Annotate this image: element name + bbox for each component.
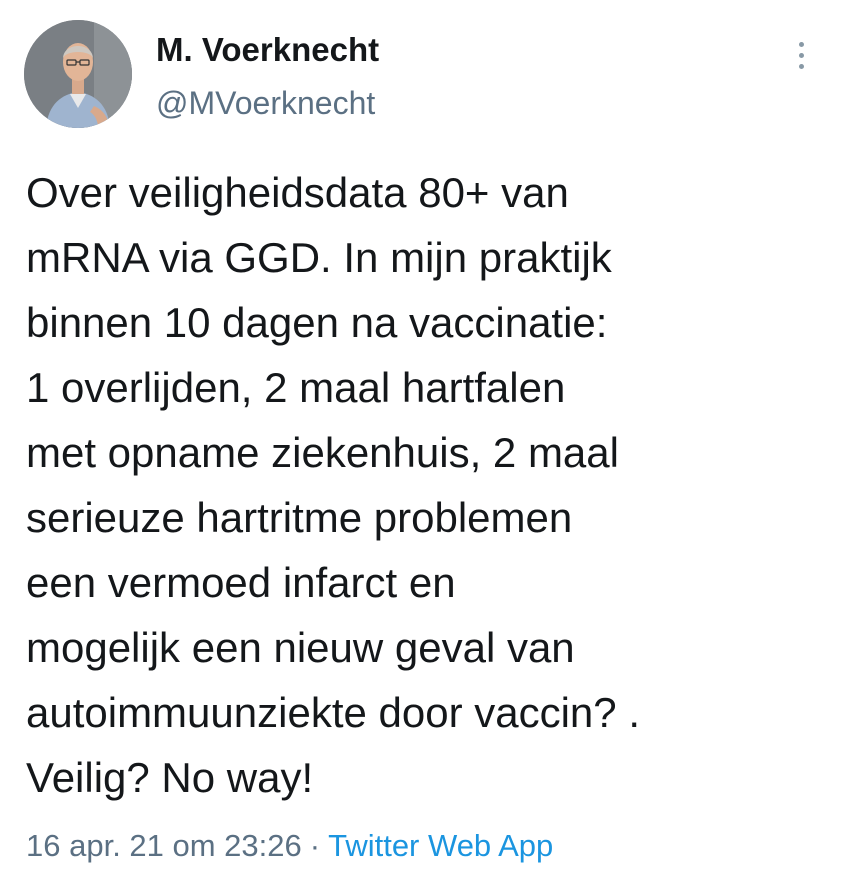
- display-name[interactable]: M. Voerknecht: [156, 30, 379, 70]
- tweet-line: 1 overlijden, 2 maal hartfalen: [26, 364, 566, 411]
- profile-photo: [24, 20, 132, 128]
- tweet-line: Veilig? No way!: [26, 754, 314, 801]
- tweet-line: mRNA via GGD. In mijn praktijk: [26, 234, 612, 281]
- tweet-line: serieuze hartritme problemen: [26, 494, 573, 541]
- user-handle[interactable]: @MVoerknecht: [156, 83, 375, 123]
- tweet-line: mogelijk een nieuw geval van: [26, 624, 575, 671]
- tweet-line: Over veiligheidsdata 80+ van: [26, 169, 569, 216]
- tweet-line: met opname ziekenhuis, 2 maal: [26, 429, 619, 476]
- tweet-text: Over veiligheidsdata 80+ van mRNA via GG…: [26, 160, 826, 810]
- meta-separator: ·: [309, 828, 321, 863]
- tweet-line: autoimmuunziekte door vaccin? .: [26, 689, 640, 736]
- avatar[interactable]: [24, 20, 132, 128]
- tweet-line: een vermoed infarct en: [26, 559, 456, 606]
- timestamp[interactable]: 16 apr. 21 om 23:26: [26, 828, 302, 863]
- tweet-meta: 16 apr. 21 om 23:26 · Twitter Web App: [26, 826, 553, 866]
- more-vertical-icon[interactable]: [790, 38, 814, 72]
- tweet-line: binnen 10 dagen na vaccinatie:: [26, 299, 608, 346]
- tweet-card: M. Voerknecht @MVoerknecht Over veilighe…: [0, 0, 843, 889]
- source-link[interactable]: Twitter Web App: [328, 828, 553, 863]
